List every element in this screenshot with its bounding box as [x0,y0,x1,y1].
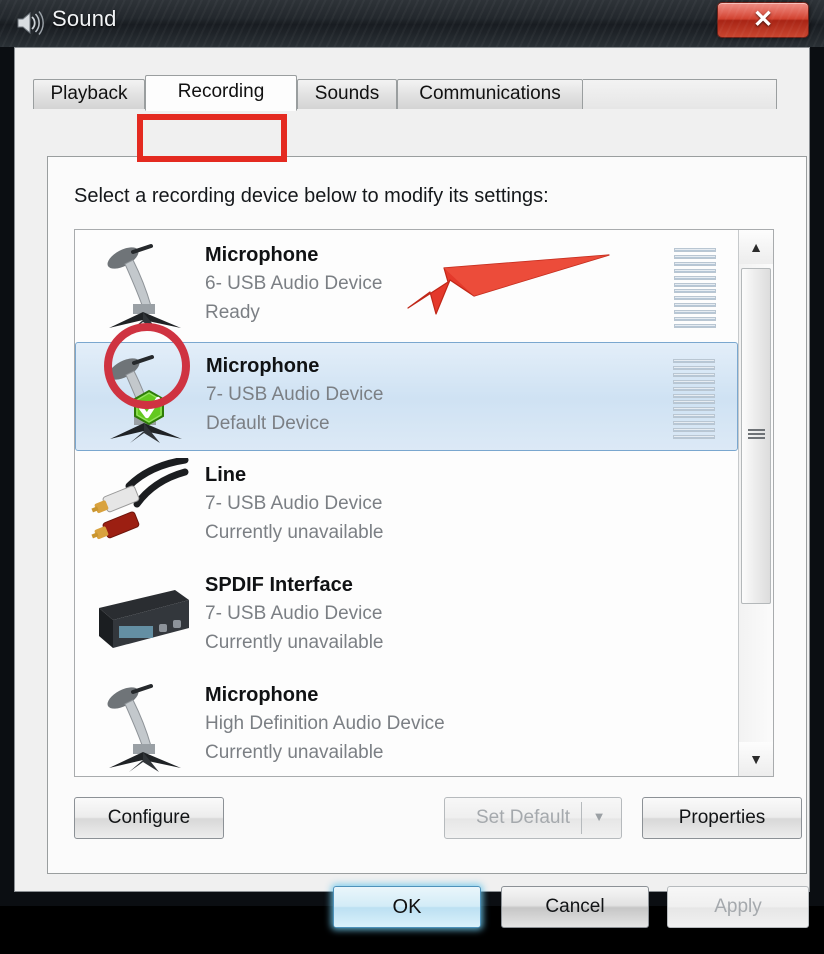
set-default-divider [581,802,582,834]
chevron-down-icon[interactable]: ▼ [584,797,614,839]
device-name: Microphone [206,355,320,377]
vu-meter [673,359,715,439]
cancel-button[interactable]: Cancel [501,886,649,928]
dialog-body: Playback Recording Sounds Communications… [14,47,810,928]
device-status: Currently unavailable [205,632,384,653]
annotation-tab-rectangle [137,114,287,162]
tab-strip: Playback Recording Sounds Communications [33,75,777,111]
device-name: Microphone [205,244,319,266]
scroll-down-button[interactable]: ▼ [739,742,773,776]
close-button[interactable]: ✕ [717,2,809,38]
list-scrollbar[interactable]: ▲ ▼ [738,230,773,776]
device-name: Microphone [205,684,319,706]
ok-button[interactable]: OK [333,886,481,928]
spdif-device-icon [89,568,197,664]
vu-meter [674,248,716,328]
dialog-footer: OK Cancel Apply [15,874,809,954]
window-title: Sound [52,6,117,31]
device-description: 7- USB Audio Device [206,384,384,405]
device-status: Ready [205,302,260,323]
device-list-item[interactable]: Line 7- USB Audio Device Currently unava… [75,452,738,561]
sound-dialog-window: Sound ✕ Playback Recording Sounds Commun… [0,0,824,928]
panel-instruction: Select a recording device below to modif… [74,185,549,207]
device-list-item[interactable]: Microphone 6- USB Audio Device Ready [75,232,738,341]
device-description: 6- USB Audio Device [205,273,383,294]
configure-button[interactable]: Configure [74,797,224,839]
tab-communications[interactable]: Communications [397,79,583,109]
device-status: Currently unavailable [205,522,384,543]
scroll-up-button[interactable]: ▲ [739,230,773,264]
set-default-group[interactable]: Set Default ▼ [444,797,622,839]
rca-cable-icon [89,456,197,554]
device-description: 7- USB Audio Device [205,603,383,624]
default-device-check-icon [130,389,168,427]
device-description: High Definition Audio Device [205,713,445,734]
properties-button[interactable]: Properties [642,797,802,839]
device-status: Currently unavailable [205,742,384,763]
scrollbar-grip-icon [748,429,765,441]
chevron-down-icon: ▼ [749,751,763,767]
apply-button: Apply [667,886,809,928]
device-name: Line [205,464,247,486]
tab-strip-filler [583,79,777,109]
speaker-icon [14,8,44,38]
device-list-item-selected[interactable]: Microphone 7- USB Audio Device Default D… [75,342,738,451]
device-list-item[interactable]: SPDIF Interface 7- USB Audio Device Curr… [75,562,738,671]
microphone-icon [89,238,197,334]
tab-recording[interactable]: Recording [145,75,297,111]
device-name: SPDIF Interface [205,574,353,596]
recording-tab-panel: Select a recording device below to modif… [47,156,807,874]
device-list-item[interactable]: Microphone High Definition Audio Device … [75,672,738,776]
chevron-up-icon: ▲ [749,239,763,255]
scrollbar-thumb[interactable] [741,268,771,604]
device-status: Default Device [206,413,330,434]
title-bar: Sound ✕ [0,0,824,47]
tab-playback[interactable]: Playback [33,79,145,109]
tab-sounds[interactable]: Sounds [297,79,397,109]
close-icon: ✕ [752,6,774,33]
device-list[interactable]: Microphone 6- USB Audio Device Ready Mic… [74,229,774,777]
microphone-icon [89,678,197,774]
device-description: 7- USB Audio Device [205,493,383,514]
